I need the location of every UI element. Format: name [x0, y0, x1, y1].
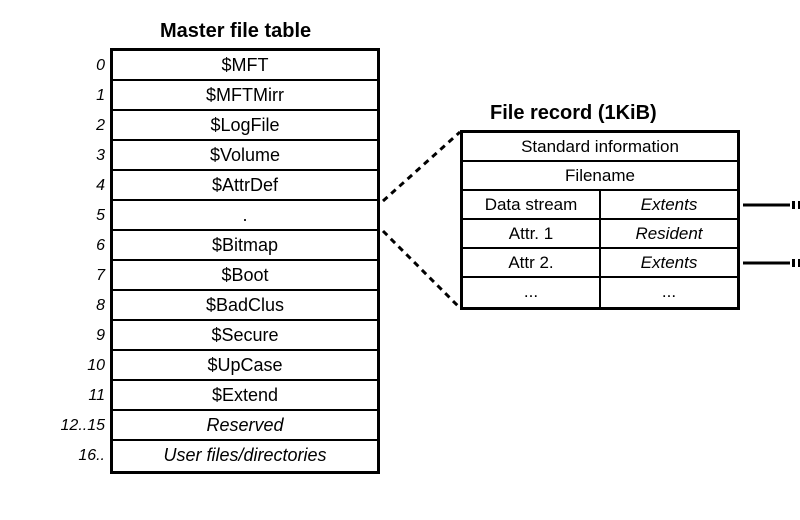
mft-row: 1$MFTMirr — [113, 81, 377, 111]
mft-row: 5. — [113, 201, 377, 231]
mft-row-label: $AttrDef — [212, 175, 278, 195]
file-record-row: Standard information — [463, 133, 737, 162]
mft-row: 7$Boot — [113, 261, 377, 291]
mft-row-index: 4 — [53, 171, 113, 201]
mft-row-index: 1 — [53, 81, 113, 111]
mft-row: 4$AttrDef — [113, 171, 377, 201]
mft-row: 10$UpCase — [113, 351, 377, 381]
mft-row-index: 8 — [53, 291, 113, 321]
mft-row-index: 11 — [53, 381, 113, 411]
mft-row: 3$Volume — [113, 141, 377, 171]
file-record-row: Attr. 1Resident — [463, 220, 737, 249]
file-record-table: Standard informationFilenameData streamE… — [460, 130, 740, 310]
mft-row-index: 12..15 — [53, 411, 113, 441]
mft-title: Master file table — [160, 20, 311, 43]
file-record-cell-right: Extents — [601, 249, 737, 276]
mft-row: 0$MFT — [113, 51, 377, 81]
mft-row: 11$Extend — [113, 381, 377, 411]
mft-row: 2$LogFile — [113, 111, 377, 141]
mft-row: 12..15Reserved — [113, 411, 377, 441]
mft-row-label: . — [242, 205, 247, 225]
mft-row-label: $Volume — [210, 145, 280, 165]
file-record-title: File record (1KiB) — [490, 102, 657, 125]
mft-row: 9$Secure — [113, 321, 377, 351]
mft-row-index: 0 — [53, 51, 113, 81]
mft-row-index: 9 — [53, 321, 113, 351]
file-record-cell-right: ... — [601, 278, 737, 307]
file-record-cell: Filename — [463, 162, 737, 189]
file-record-row: ...... — [463, 278, 737, 307]
mft-row-index: 2 — [53, 111, 113, 141]
mft-row-label: $MFTMirr — [206, 85, 284, 105]
mft-row-index: 7 — [53, 261, 113, 291]
file-record-cell-right: Extents — [601, 191, 737, 218]
file-record-cell-left: ... — [463, 278, 601, 307]
mft-row: 16..User files/directories — [113, 441, 377, 471]
mft-row: 6$Bitmap — [113, 231, 377, 261]
file-record-row: Attr 2.Extents — [463, 249, 737, 278]
mft-row-label: $Extend — [212, 385, 278, 405]
mft-row-label: Reserved — [206, 415, 283, 435]
mft-row-label: $UpCase — [207, 355, 282, 375]
file-record-row: Filename — [463, 162, 737, 191]
file-record-cell-left: Data stream — [463, 191, 601, 218]
mft-row-index: 3 — [53, 141, 113, 171]
mft-row-index: 16.. — [53, 441, 113, 471]
mft-row-label: $Bitmap — [212, 235, 278, 255]
file-record-cell-right: Resident — [601, 220, 737, 247]
mft-row-index: 5 — [53, 201, 113, 231]
mft-row-label: $Boot — [221, 265, 268, 285]
mft-row-index: 6 — [53, 231, 113, 261]
mft-table: 0$MFT1$MFTMirr2$LogFile3$Volume4$AttrDef… — [110, 48, 380, 474]
mft-row-label: $MFT — [222, 55, 269, 75]
mft-row-label: $BadClus — [206, 295, 284, 315]
mft-row: 8$BadClus — [113, 291, 377, 321]
mft-row-index: 10 — [53, 351, 113, 381]
file-record-cell-left: Attr 2. — [463, 249, 601, 276]
file-record-cell: Standard information — [463, 133, 737, 160]
mft-row-label: User files/directories — [163, 445, 326, 465]
file-record-cell-left: Attr. 1 — [463, 220, 601, 247]
mft-row-label: $Secure — [211, 325, 278, 345]
file-record-row: Data streamExtents — [463, 191, 737, 220]
mft-row-label: $LogFile — [210, 115, 279, 135]
